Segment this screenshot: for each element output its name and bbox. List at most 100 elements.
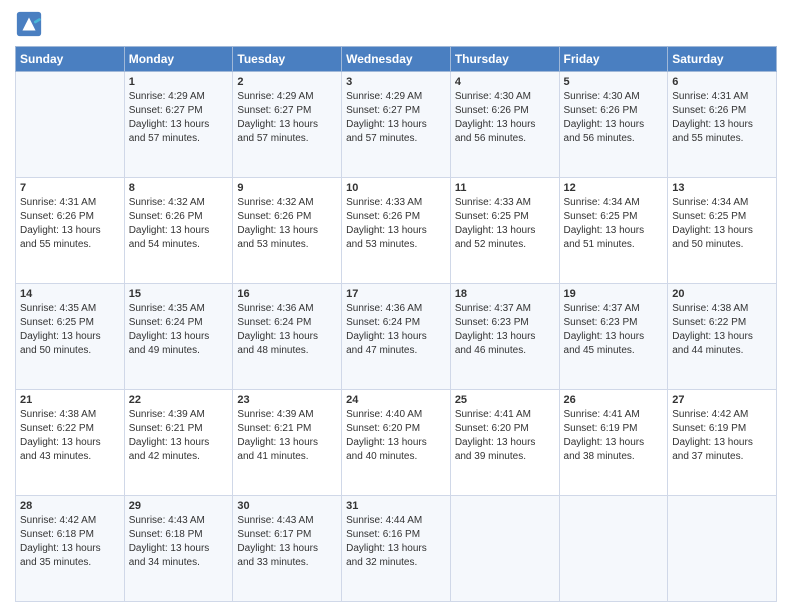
day-number: 11 (455, 182, 555, 194)
calendar-cell (668, 496, 777, 602)
calendar-cell: 7 Sunrise: 4:31 AMSunset: 6:26 PMDaylight… (16, 178, 125, 284)
week-row-4: 21 Sunrise: 4:38 AMSunset: 6:22 PMDayligh… (16, 390, 777, 496)
day-number: 4 (455, 76, 555, 88)
day-info: Sunrise: 4:34 AMSunset: 6:25 PMDaylight:… (564, 196, 664, 252)
calendar-cell: 3 Sunrise: 4:29 AMSunset: 6:27 PMDaylight… (342, 72, 451, 178)
calendar-cell: 27 Sunrise: 4:42 AMSunset: 6:19 PMDayligh… (668, 390, 777, 496)
calendar-cell: 5 Sunrise: 4:30 AMSunset: 6:26 PMDaylight… (559, 72, 668, 178)
day-info: Sunrise: 4:37 AMSunset: 6:23 PMDaylight:… (564, 302, 664, 358)
week-row-3: 14 Sunrise: 4:35 AMSunset: 6:25 PMDayligh… (16, 284, 777, 390)
day-number: 31 (346, 500, 446, 512)
calendar-cell: 22 Sunrise: 4:39 AMSunset: 6:21 PMDayligh… (124, 390, 233, 496)
col-header-monday: Monday (124, 47, 233, 72)
day-info: Sunrise: 4:30 AMSunset: 6:26 PMDaylight:… (455, 90, 555, 146)
day-number: 22 (129, 394, 229, 406)
day-number: 14 (20, 288, 120, 300)
calendar-cell: 18Sunrise: 4:37 AMSunset: 6:23 PMDayligh… (450, 284, 559, 390)
day-info: Sunrise: 4:35 AMSunset: 6:24 PMDaylight:… (129, 302, 229, 358)
day-number: 27 (672, 394, 772, 406)
day-number: 25 (455, 394, 555, 406)
day-number: 6 (672, 76, 772, 88)
calendar-cell: 11Sunrise: 4:33 AMSunset: 6:25 PMDayligh… (450, 178, 559, 284)
calendar-cell: 16 Sunrise: 4:36 AMSunset: 6:24 PMDayligh… (233, 284, 342, 390)
week-row-5: 28 Sunrise: 4:42 AMSunset: 6:18 PMDayligh… (16, 496, 777, 602)
calendar-cell: 24 Sunrise: 4:40 AMSunset: 6:20 PMDayligh… (342, 390, 451, 496)
calendar-cell: 26Sunrise: 4:41 AMSunset: 6:19 PMDayligh… (559, 390, 668, 496)
day-number: 7 (20, 182, 120, 194)
day-number: 10 (346, 182, 446, 194)
col-header-friday: Friday (559, 47, 668, 72)
calendar-cell: 9 Sunrise: 4:32 AMSunset: 6:26 PMDaylight… (233, 178, 342, 284)
calendar-cell: 2Sunrise: 4:29 AMSunset: 6:27 PMDaylight… (233, 72, 342, 178)
col-header-tuesday: Tuesday (233, 47, 342, 72)
day-number: 9 (237, 182, 337, 194)
day-number: 26 (564, 394, 664, 406)
calendar-cell: 15 Sunrise: 4:35 AMSunset: 6:24 PMDayligh… (124, 284, 233, 390)
day-number: 15 (129, 288, 229, 300)
calendar-cell: 6Sunrise: 4:31 AMSunset: 6:26 PMDaylight… (668, 72, 777, 178)
calendar-table: SundayMondayTuesdayWednesdayThursdayFrid… (15, 46, 777, 602)
calendar-cell: 14 Sunrise: 4:35 AMSunset: 6:25 PMDayligh… (16, 284, 125, 390)
calendar-cell: 25 Sunrise: 4:41 AMSunset: 6:20 PMDayligh… (450, 390, 559, 496)
day-info: Sunrise: 4:39 AMSunset: 6:21 PMDaylight:… (237, 408, 337, 464)
day-number: 19 (564, 288, 664, 300)
calendar-cell (16, 72, 125, 178)
day-number: 21 (20, 394, 120, 406)
day-info: Sunrise: 4:40 AMSunset: 6:20 PMDaylight:… (346, 408, 446, 464)
calendar-cell: 10 Sunrise: 4:33 AMSunset: 6:26 PMDayligh… (342, 178, 451, 284)
day-info: Sunrise: 4:36 AMSunset: 6:24 PMDaylight:… (346, 302, 446, 358)
calendar-cell: 8Sunrise: 4:32 AMSunset: 6:26 PMDaylight… (124, 178, 233, 284)
day-number: 16 (237, 288, 337, 300)
day-info: Sunrise: 4:42 AMSunset: 6:19 PMDaylight:… (672, 408, 772, 464)
day-info: Sunrise: 4:44 AMSunset: 6:16 PMDaylight:… (346, 514, 446, 570)
day-info: Sunrise: 4:30 AMSunset: 6:26 PMDaylight:… (564, 90, 664, 146)
header-row: SundayMondayTuesdayWednesdayThursdayFrid… (16, 47, 777, 72)
col-header-thursday: Thursday (450, 47, 559, 72)
col-header-wednesday: Wednesday (342, 47, 451, 72)
calendar-cell: 4 Sunrise: 4:30 AMSunset: 6:26 PMDaylight… (450, 72, 559, 178)
logo-icon (15, 10, 43, 38)
day-number: 17 (346, 288, 446, 300)
calendar-cell (559, 496, 668, 602)
day-number: 3 (346, 76, 446, 88)
day-info: Sunrise: 4:37 AMSunset: 6:23 PMDaylight:… (455, 302, 555, 358)
day-number: 12 (564, 182, 664, 194)
day-info: Sunrise: 4:32 AMSunset: 6:26 PMDaylight:… (129, 196, 229, 252)
day-number: 13 (672, 182, 772, 194)
day-number: 23 (237, 394, 337, 406)
day-info: Sunrise: 4:36 AMSunset: 6:24 PMDaylight:… (237, 302, 337, 358)
calendar-cell: 13 Sunrise: 4:34 AMSunset: 6:25 PMDayligh… (668, 178, 777, 284)
day-info: Sunrise: 4:39 AMSunset: 6:21 PMDaylight:… (129, 408, 229, 464)
calendar-cell: 19 Sunrise: 4:37 AMSunset: 6:23 PMDayligh… (559, 284, 668, 390)
calendar-cell: 1Sunrise: 4:29 AMSunset: 6:27 PMDaylight… (124, 72, 233, 178)
day-number: 5 (564, 76, 664, 88)
day-info: Sunrise: 4:34 AMSunset: 6:25 PMDaylight:… (672, 196, 772, 252)
calendar-cell: 29Sunrise: 4:43 AMSunset: 6:18 PMDayligh… (124, 496, 233, 602)
week-row-2: 7 Sunrise: 4:31 AMSunset: 6:26 PMDaylight… (16, 178, 777, 284)
day-info: Sunrise: 4:29 AMSunset: 6:27 PMDaylight:… (129, 90, 229, 146)
day-number: 2 (237, 76, 337, 88)
day-info: Sunrise: 4:32 AMSunset: 6:26 PMDaylight:… (237, 196, 337, 252)
calendar-cell: 21 Sunrise: 4:38 AMSunset: 6:22 PMDayligh… (16, 390, 125, 496)
day-info: Sunrise: 4:31 AMSunset: 6:26 PMDaylight:… (20, 196, 120, 252)
logo (15, 10, 47, 38)
col-header-sunday: Sunday (16, 47, 125, 72)
calendar-cell: 31 Sunrise: 4:44 AMSunset: 6:16 PMDayligh… (342, 496, 451, 602)
day-number: 30 (237, 500, 337, 512)
day-info: Sunrise: 4:35 AMSunset: 6:25 PMDaylight:… (20, 302, 120, 358)
day-info: Sunrise: 4:33 AMSunset: 6:26 PMDaylight:… (346, 196, 446, 252)
day-info: Sunrise: 4:38 AMSunset: 6:22 PMDaylight:… (672, 302, 772, 358)
week-row-1: 1Sunrise: 4:29 AMSunset: 6:27 PMDaylight… (16, 72, 777, 178)
day-number: 20 (672, 288, 772, 300)
day-number: 28 (20, 500, 120, 512)
header (15, 10, 777, 38)
day-info: Sunrise: 4:42 AMSunset: 6:18 PMDaylight:… (20, 514, 120, 570)
day-number: 24 (346, 394, 446, 406)
calendar-cell (450, 496, 559, 602)
day-info: Sunrise: 4:43 AMSunset: 6:17 PMDaylight:… (237, 514, 337, 570)
day-info: Sunrise: 4:29 AMSunset: 6:27 PMDaylight:… (346, 90, 446, 146)
day-info: Sunrise: 4:43 AMSunset: 6:18 PMDaylight:… (129, 514, 229, 570)
day-info: Sunrise: 4:41 AMSunset: 6:20 PMDaylight:… (455, 408, 555, 464)
calendar-cell: 30 Sunrise: 4:43 AMSunset: 6:17 PMDayligh… (233, 496, 342, 602)
day-info: Sunrise: 4:38 AMSunset: 6:22 PMDaylight:… (20, 408, 120, 464)
